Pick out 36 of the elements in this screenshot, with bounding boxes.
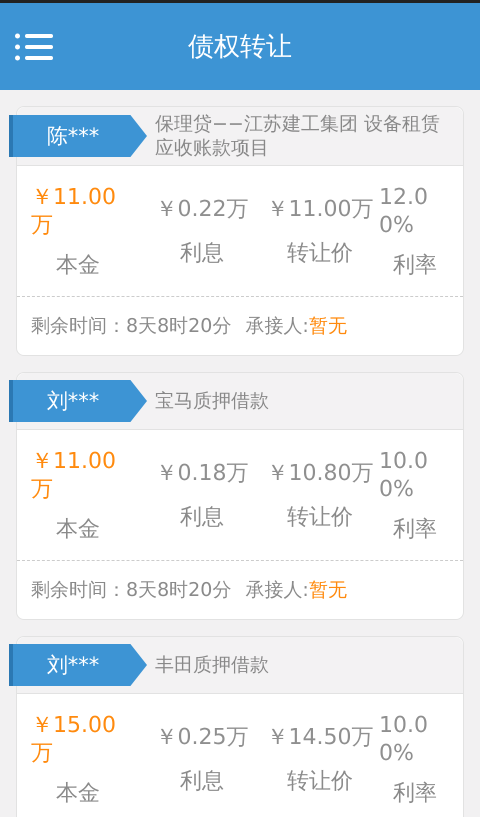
menu-icon[interactable] (15, 33, 53, 61)
principal-value: ￥15.00万 (31, 712, 117, 768)
stat-label: 利率 (393, 780, 437, 808)
stat-label: 本金 (56, 252, 100, 280)
name-tag: 刘*** (9, 380, 147, 422)
loan-title: 宝马质押借款 (155, 389, 269, 413)
taker-text: 承接人:暂无 (245, 578, 347, 603)
stat-label: 转让价 (287, 240, 353, 268)
page-title: 债权转让 (188, 31, 292, 64)
stat-value: ￥0.25万 (156, 724, 248, 752)
stat-label: 转让价 (287, 768, 353, 796)
stat-label: 本金 (56, 516, 100, 544)
remaining-time: 剩余时间：8天8时20分 (31, 578, 232, 603)
stat-value: ￥10.80万 (266, 460, 374, 488)
principal-value: ￥11.00万 (31, 448, 117, 504)
name-tag: 刘*** (9, 644, 147, 686)
remaining-time: 剩余时间：8天8时20分 (31, 314, 232, 339)
rate-value: 12.00% (379, 184, 429, 240)
stat-value: ￥0.22万 (156, 196, 248, 224)
stat-label: 利率 (393, 516, 437, 544)
stat-value: ￥14.50万 (266, 724, 374, 752)
stat-value: ￥11.00万 (266, 196, 374, 224)
stat-label: 利息 (180, 504, 224, 532)
taker-text: 承接人:暂无 (245, 314, 347, 339)
loan-title: 丰田质押借款 (155, 653, 269, 677)
stat-label: 利率 (393, 252, 437, 280)
stat-label: 利息 (180, 240, 224, 268)
stat-label: 本金 (56, 780, 100, 808)
stat-label: 转让价 (287, 504, 353, 532)
loan-title: 保理贷−−江苏建工集团 设备租赁应收账款项目 (155, 112, 441, 160)
rate-value: 10.00% (379, 448, 429, 504)
rate-value: 10.00% (379, 712, 429, 768)
name-tag: 陈*** (9, 115, 147, 157)
principal-value: ￥11.00万 (31, 184, 117, 240)
stat-value: ￥0.18万 (156, 460, 248, 488)
stat-label: 利息 (180, 768, 224, 796)
